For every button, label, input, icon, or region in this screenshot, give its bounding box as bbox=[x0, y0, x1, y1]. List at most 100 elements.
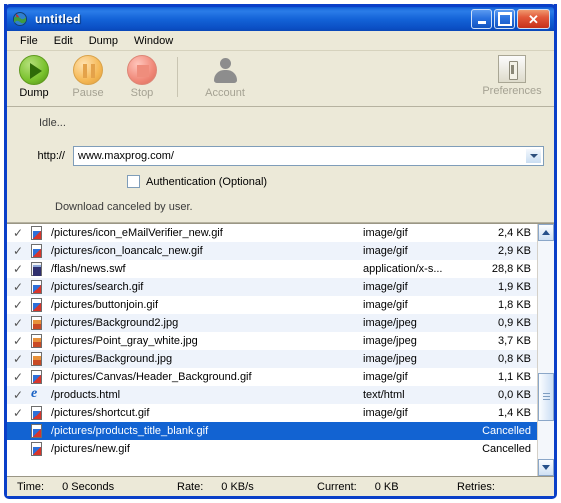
table-row[interactable]: ✓/pictures/buttonjoin.gifimage/gif1,8 KB bbox=[7, 296, 537, 314]
title-bar: untitled bbox=[4, 4, 557, 31]
chevron-down-icon[interactable] bbox=[525, 148, 542, 164]
dump-button-label: Dump bbox=[19, 87, 48, 99]
file-icon-page bbox=[31, 406, 42, 420]
vertical-scrollbar[interactable] bbox=[537, 224, 554, 476]
status-retries: Retries: bbox=[447, 481, 554, 493]
toolbar-separator bbox=[177, 57, 178, 97]
file-mime-cell: image/gif bbox=[363, 281, 475, 293]
toolbar: Dump Pause Stop Account Preferences bbox=[7, 51, 554, 107]
menu-bar: File Edit Dump Window bbox=[7, 31, 554, 51]
check-icon[interactable]: ✓ bbox=[7, 244, 29, 258]
check-icon[interactable]: ✓ bbox=[7, 280, 29, 294]
file-mime-cell: image/gif bbox=[363, 227, 475, 239]
download-status-message: Download canceled by user. bbox=[55, 201, 544, 213]
table-row[interactable]: ✓/pictures/search.gifimage/gif1,9 KB bbox=[7, 278, 537, 296]
scroll-up-icon[interactable] bbox=[538, 224, 554, 241]
check-icon[interactable]: ✓ bbox=[7, 316, 29, 330]
check-icon[interactable]: ✓ bbox=[7, 334, 29, 348]
table-row[interactable]: ✓ /pictures/Background2.jpgimage/jpeg0,9 … bbox=[7, 314, 537, 332]
pause-icon bbox=[73, 55, 103, 85]
status-time-label: Time: bbox=[7, 481, 44, 493]
play-icon bbox=[19, 55, 49, 85]
url-row: http:// www.maxprog.com/ bbox=[17, 146, 544, 166]
table-row[interactable]: ✓/pictures/shortcut.gifimage/gif1,4 KB bbox=[7, 404, 537, 422]
swf-file-icon bbox=[29, 262, 45, 277]
scrollbar-track[interactable] bbox=[538, 241, 554, 459]
menu-dump[interactable]: Dump bbox=[81, 32, 126, 50]
url-input[interactable]: www.maxprog.com/ bbox=[74, 150, 174, 162]
check-icon[interactable]: ✓ bbox=[7, 262, 29, 276]
file-size-cell: 2,4 KB bbox=[475, 227, 537, 239]
check-icon[interactable]: ✓ bbox=[7, 406, 29, 420]
file-icon-page bbox=[31, 280, 42, 294]
check-icon[interactable]: ✓ bbox=[7, 226, 29, 240]
minimize-button[interactable] bbox=[471, 9, 492, 29]
pause-button[interactable]: Pause bbox=[61, 55, 115, 99]
file-icon-page bbox=[31, 298, 42, 312]
check-icon[interactable]: ✓ bbox=[7, 352, 29, 366]
file-name-cell: /pictures/Background.jpg bbox=[51, 353, 363, 365]
scrollbar-thumb[interactable] bbox=[538, 373, 554, 421]
file-size-cell: 28,8 KB bbox=[475, 263, 537, 275]
jpg-file-icon bbox=[29, 352, 45, 367]
status-current: Current: 0 KB bbox=[307, 481, 447, 493]
file-name-cell: /flash/news.swf bbox=[51, 263, 363, 275]
file-mime-cell: image/jpeg bbox=[363, 353, 475, 365]
stop-button[interactable]: Stop bbox=[115, 55, 169, 99]
file-name-cell: /pictures/Canvas/Header_Background.gif bbox=[51, 371, 363, 383]
window-title: untitled bbox=[35, 12, 81, 26]
file-list-rows: ✓/pictures/icon_eMailVerifier_new.gifima… bbox=[7, 224, 537, 476]
account-button-label: Account bbox=[205, 87, 245, 99]
switch-plate-icon bbox=[498, 55, 526, 83]
window-controls bbox=[471, 9, 550, 29]
table-row[interactable]: /pictures/new.gifCancelled bbox=[7, 440, 537, 458]
file-mime-cell: image/jpeg bbox=[363, 317, 475, 329]
scroll-down-icon[interactable] bbox=[538, 459, 554, 476]
check-icon[interactable]: ✓ bbox=[7, 388, 29, 402]
stop-icon bbox=[127, 55, 157, 85]
check-icon[interactable]: ✓ bbox=[7, 370, 29, 384]
file-size-cell: 0,9 KB bbox=[475, 317, 537, 329]
file-name-cell: /pictures/Point_gray_white.jpg bbox=[51, 335, 363, 347]
file-name-cell: /pictures/Background2.jpg bbox=[51, 317, 363, 329]
file-name-cell: /pictures/icon_loancalc_new.gif bbox=[51, 245, 363, 257]
gif-file-icon bbox=[29, 244, 45, 259]
close-button[interactable] bbox=[517, 9, 550, 29]
table-row[interactable]: ✓ /pictures/icon_loancalc_new.gifimage/gi… bbox=[7, 242, 537, 260]
file-size-cell: 1,1 KB bbox=[475, 371, 537, 383]
file-name-cell: /products.html bbox=[51, 389, 363, 401]
table-row[interactable]: /pictures/products_title_blank.gifCancel… bbox=[7, 422, 537, 440]
file-icon-page bbox=[31, 424, 42, 438]
account-button[interactable]: Account bbox=[186, 55, 264, 99]
table-row[interactable]: ✓/pictures/icon_eMailVerifier_new.gifima… bbox=[7, 224, 537, 242]
authentication-row: Authentication (Optional) bbox=[127, 175, 544, 188]
gif-file-icon bbox=[29, 370, 45, 385]
authentication-checkbox[interactable] bbox=[127, 175, 140, 188]
table-row[interactable]: ✓/products.htmltext/html0,0 KB bbox=[7, 386, 537, 404]
maximize-button[interactable] bbox=[494, 9, 515, 29]
table-row[interactable]: ✓/flash/news.swfapplication/x-s...28,8 K… bbox=[7, 260, 537, 278]
check-icon[interactable]: ✓ bbox=[7, 298, 29, 312]
table-row[interactable]: ✓/pictures/Background.jpgimage/jpeg0,8 K… bbox=[7, 350, 537, 368]
status-rate-value: 0 KB/s bbox=[203, 481, 253, 493]
status-current-label: Current: bbox=[307, 481, 357, 493]
dump-button[interactable]: Dump bbox=[7, 55, 61, 99]
menu-file[interactable]: File bbox=[12, 32, 46, 50]
table-row[interactable]: ✓/pictures/Point_gray_white.jpgimage/jpe… bbox=[7, 332, 537, 350]
gif-file-icon bbox=[29, 442, 45, 457]
file-size-cell: 1,4 KB bbox=[475, 407, 537, 419]
file-name-cell: /pictures/new.gif bbox=[51, 443, 363, 455]
menu-edit[interactable]: Edit bbox=[46, 32, 81, 50]
file-state-cell: Cancelled bbox=[475, 425, 537, 437]
file-size-cell: 0,0 KB bbox=[475, 389, 537, 401]
url-combobox[interactable]: www.maxprog.com/ bbox=[73, 146, 544, 166]
preferences-button[interactable]: Preferences bbox=[476, 55, 548, 97]
file-mime-cell: image/gif bbox=[363, 245, 475, 257]
table-row[interactable]: ✓/pictures/Canvas/Header_Background.gifi… bbox=[7, 368, 537, 386]
authentication-label: Authentication (Optional) bbox=[146, 176, 267, 188]
preferences-button-label: Preferences bbox=[482, 85, 541, 97]
file-icon-page bbox=[31, 316, 42, 330]
jpg-file-icon bbox=[29, 316, 45, 331]
menu-window[interactable]: Window bbox=[126, 32, 181, 50]
pause-button-label: Pause bbox=[72, 87, 103, 99]
